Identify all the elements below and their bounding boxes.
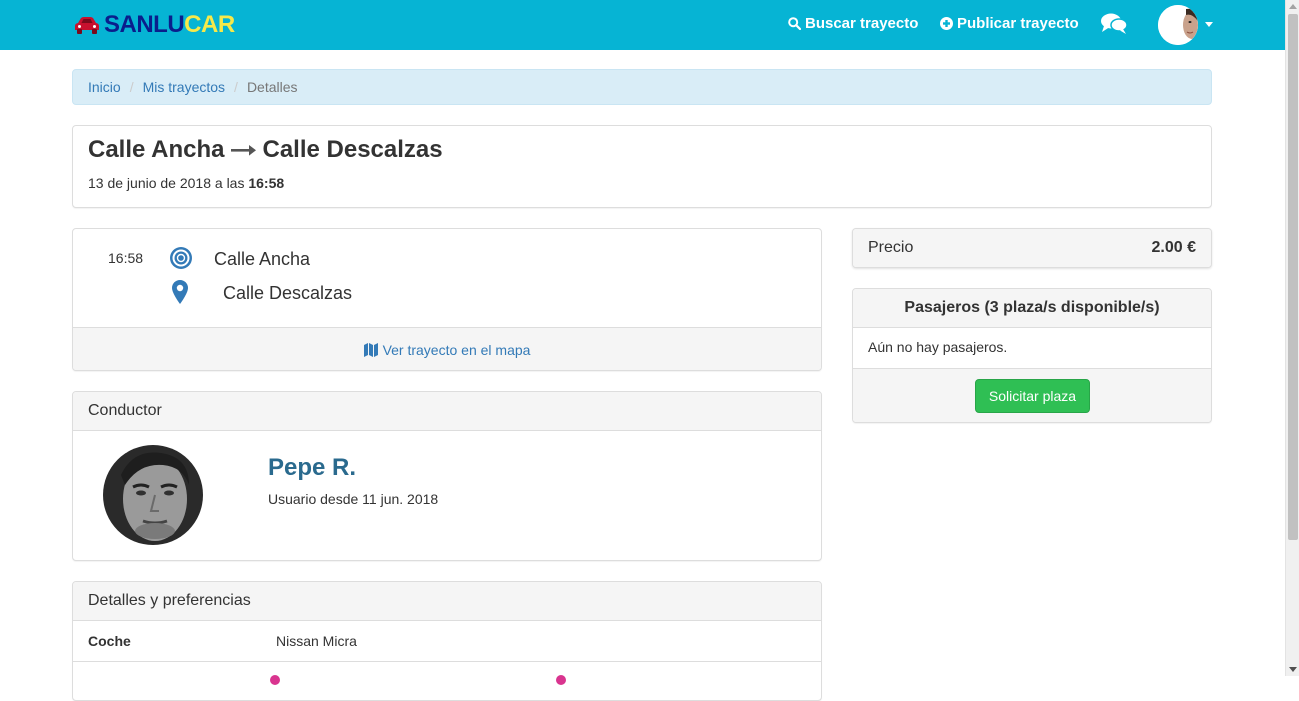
trip-date-time: 16:58: [248, 175, 285, 191]
passengers-heading: Pasajeros (3 plaza/s disponible/s): [853, 289, 1211, 328]
arrow-right-icon: [230, 145, 256, 156]
price-panel-heading: Precio 2.00 €: [853, 229, 1211, 267]
driver-panel-heading: Conductor: [73, 392, 821, 431]
trip-title-panel: Calle Ancha Calle Descalzas 13 de junio …: [72, 125, 1212, 208]
preferences-panel-heading: Detalles y preferencias: [73, 582, 821, 621]
car-value: Nissan Micra: [276, 633, 357, 649]
brand-text-primary: SANLU: [104, 11, 185, 38]
preferences-row-car: Coche Nissan Micra: [73, 621, 821, 662]
plus-circle-icon: [940, 17, 953, 30]
top-navbar: SANLUCAR Buscar trayecto Publicar trayec…: [0, 0, 1285, 50]
map-marker-icon: [172, 280, 188, 304]
breadcrumb-my-trips[interactable]: Mis trayectos: [143, 79, 225, 95]
breadcrumb-current: Detalles: [246, 79, 298, 95]
price-label: Precio: [868, 239, 914, 256]
search-icon: [788, 17, 801, 30]
car-label: Coche: [88, 633, 131, 649]
driver-name-link[interactable]: Pepe R.: [268, 454, 356, 482]
driver-panel: Conductor Pepe R. Usuario desde 11 jun. …: [72, 391, 822, 561]
trip-title-origin: Calle Ancha: [88, 136, 225, 163]
search-trip-label: Buscar trayecto: [805, 15, 919, 32]
user-avatar[interactable]: [1158, 5, 1198, 45]
map-icon: [363, 343, 378, 357]
route-panel-footer: Ver trayecto en el mapa: [73, 327, 821, 370]
page-scrollbar[interactable]: [1285, 0, 1299, 676]
passengers-panel-footer: Solicitar plaza: [853, 368, 1211, 422]
preferences-panel: Detalles y preferencias Coche Nissan Mic…: [72, 581, 822, 701]
preference-icon: [270, 675, 280, 685]
route-departure-time: 16:58: [108, 250, 144, 266]
origin-target-icon: [170, 247, 192, 269]
view-map-link[interactable]: Ver trayecto en el mapa: [363, 342, 531, 358]
trip-title-destination: Calle Descalzas: [262, 136, 443, 163]
route-panel: 16:58 Calle Ancha Calle Descalzas Ver tr…: [72, 228, 822, 371]
brand-logo[interactable]: SANLUCAR: [74, 11, 235, 39]
chat-icon: [1101, 13, 1128, 34]
brand-text-accent: CAR: [184, 11, 235, 38]
preference-icon: [556, 675, 566, 685]
brand-text: SANLUCAR: [104, 11, 235, 39]
search-trip-link[interactable]: Buscar trayecto: [788, 15, 918, 32]
view-map-label: Ver trayecto en el mapa: [382, 342, 531, 358]
driver-member-since: Usuario desde 11 jun. 2018: [268, 491, 439, 507]
breadcrumb-separator: /: [129, 79, 134, 95]
caret-down-icon[interactable]: [1205, 22, 1213, 27]
scroll-down-arrow[interactable]: [1289, 667, 1297, 672]
price-panel: Precio 2.00 €: [852, 228, 1212, 268]
trip-date: 13 de junio de 2018 a las 16:58: [88, 175, 284, 191]
driver-photo[interactable]: [103, 445, 203, 545]
request-seat-button[interactable]: Solicitar plaza: [975, 379, 1090, 413]
route-origin: Calle Ancha: [214, 249, 311, 269]
passengers-empty-text: Aún no hay pasajeros.: [868, 339, 1008, 355]
price-value: 2.00 €: [1151, 239, 1196, 256]
breadcrumb: Inicio / Mis trayectos / Detalles: [72, 69, 1212, 105]
breadcrumb-home[interactable]: Inicio: [88, 79, 121, 95]
car-icon: [75, 17, 99, 34]
avatar-image: [1158, 5, 1198, 45]
publish-trip-link[interactable]: Publicar trayecto: [940, 15, 1079, 32]
route-destination: Calle Descalzas: [223, 283, 353, 303]
trip-title: Calle Ancha Calle Descalzas: [88, 136, 443, 164]
passengers-panel: Pasajeros (3 plaza/s disponible/s) Aún n…: [852, 288, 1212, 423]
publish-trip-label: Publicar trayecto: [957, 15, 1079, 32]
scroll-thumb[interactable]: [1288, 14, 1298, 540]
scroll-up-arrow[interactable]: [1289, 4, 1297, 9]
breadcrumb-separator: /: [234, 79, 238, 95]
trip-date-text: 13 de junio de 2018 a las: [88, 175, 245, 191]
messages-button[interactable]: [1100, 12, 1128, 41]
driver-photo-image: [103, 445, 203, 545]
